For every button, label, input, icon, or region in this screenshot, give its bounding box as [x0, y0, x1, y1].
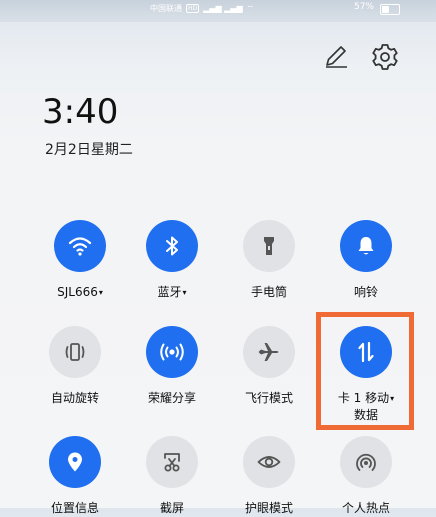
tile-label: 自动旋转	[50, 391, 99, 405]
tile-bluetooth[interactable]: 蓝牙▾	[127, 220, 217, 301]
wifi-icon	[68, 237, 92, 256]
wifi-status-icon: ⌔	[246, 3, 255, 13]
tile-label: SJL666▾	[57, 285, 103, 299]
tile-ringer-button[interactable]	[340, 220, 392, 272]
hotspot-icon	[356, 453, 376, 471]
tile-location-button[interactable]	[49, 436, 101, 488]
tile-label: 个人热点	[341, 501, 390, 515]
tile-label: 响铃	[353, 285, 378, 299]
tile-wifi[interactable]: SJL666▾	[35, 220, 125, 301]
tile-share-button[interactable]	[146, 326, 198, 378]
tile-hotspot-button[interactable]	[340, 436, 392, 488]
settings-gear-icon[interactable]	[370, 42, 400, 72]
bell-icon	[358, 237, 374, 255]
hd-badge: HD	[186, 4, 200, 13]
tile-label: 位置信息	[50, 501, 99, 515]
tile-share[interactable]: 荣耀分享	[127, 326, 217, 407]
status-bar: 中国联通 HD ▂▄▆ ▂▄▆ ⌔ 57%	[0, 0, 436, 22]
tile-label: 手电筒	[250, 285, 287, 299]
airplane-icon	[258, 343, 279, 361]
tile-screenshot-button[interactable]	[146, 436, 198, 488]
share-icon	[160, 343, 184, 361]
tile-eye-comfort-button[interactable]	[243, 436, 295, 488]
tile-bluetooth-button[interactable]	[146, 220, 198, 272]
battery-icon	[380, 4, 400, 15]
tile-label: 蓝牙▾	[157, 285, 187, 299]
tile-label: 护眼模式	[244, 501, 293, 515]
battery-percent: 57%	[353, 2, 374, 12]
edit-icon[interactable]	[322, 42, 350, 70]
flashlight-icon	[264, 237, 274, 255]
tile-location[interactable]: 位置信息	[30, 436, 120, 517]
bluetooth-icon	[166, 236, 178, 256]
tile-auto-rotate[interactable]: 自动旋转	[30, 326, 120, 407]
tile-airplane-button[interactable]	[243, 326, 295, 378]
clock-time: 3:40	[42, 92, 119, 132]
tile-eye-comfort[interactable]: 护眼模式	[224, 436, 314, 517]
tile-label: 飞行模式	[244, 391, 293, 405]
auto-rotate-icon	[65, 343, 85, 361]
carrier-info: 中国联通 HD ▂▄▆ ▂▄▆ ⌔	[150, 3, 254, 14]
tile-screenshot[interactable]: 截屏	[127, 436, 217, 517]
tile-ringer[interactable]: 响铃	[321, 220, 411, 301]
tile-airplane[interactable]: 飞行模式	[224, 326, 314, 407]
tile-auto-rotate-button[interactable]	[49, 326, 101, 378]
tile-wifi-button[interactable]	[54, 220, 106, 272]
carrier-name: 中国联通	[150, 4, 182, 13]
tile-flashlight-button[interactable]	[243, 220, 295, 272]
tile-label: 荣耀分享	[147, 391, 196, 405]
tile-label: 截屏	[159, 501, 184, 515]
highlight-box	[316, 312, 414, 430]
location-icon	[68, 452, 82, 472]
eye-icon	[257, 456, 281, 468]
screenshot-icon	[164, 453, 180, 472]
tile-flashlight[interactable]: 手电筒	[224, 220, 314, 301]
tile-hotspot[interactable]: 个人热点	[321, 436, 411, 517]
signal-icon: ▂▄▆ ▂▄▆	[203, 4, 243, 13]
clock-date: 2月2日星期二	[45, 142, 133, 158]
